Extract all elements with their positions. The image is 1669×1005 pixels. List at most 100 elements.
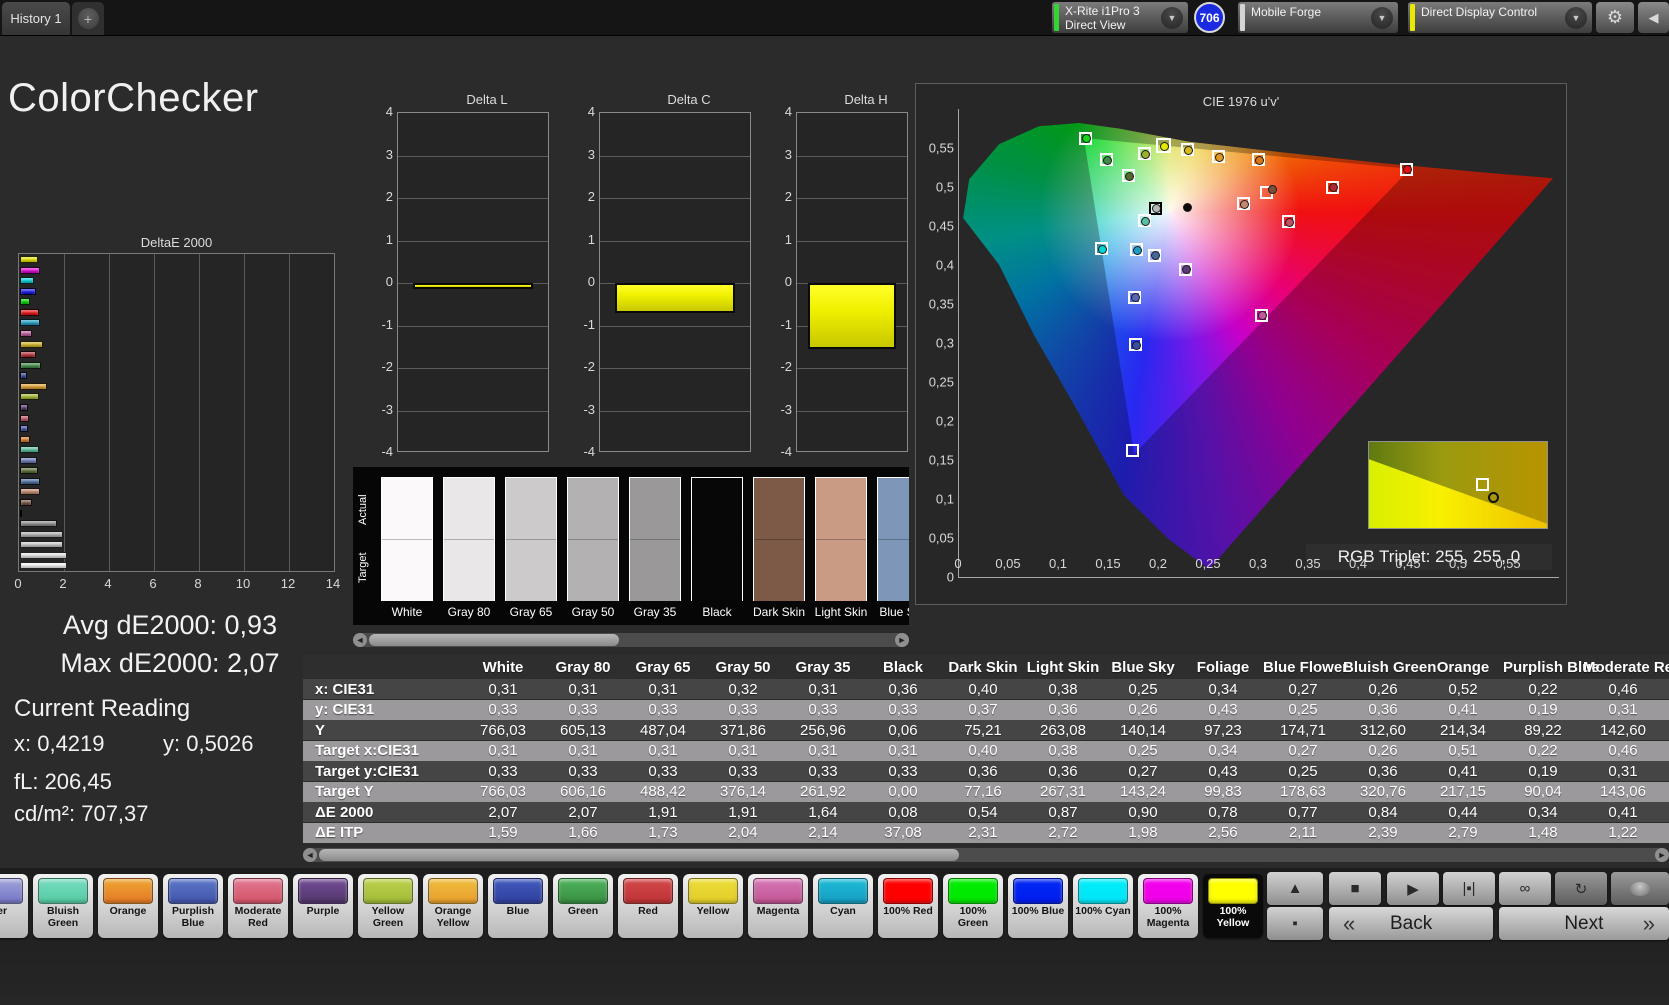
next-button[interactable]: Next » bbox=[1499, 907, 1669, 940]
patch-button-yellow-green[interactable]: Yellow Green bbox=[358, 874, 418, 938]
mini-chart-plot bbox=[397, 112, 549, 452]
table-cell: 0,43 bbox=[1208, 762, 1238, 780]
back-button[interactable]: « Back bbox=[1329, 907, 1493, 940]
patch-button-yellow[interactable]: Yellow bbox=[683, 874, 743, 938]
deltae-bar-gray-35 bbox=[20, 520, 57, 528]
workflow-dropdown[interactable]: Direct Display Control ▼ bbox=[1408, 2, 1592, 33]
swatch-black bbox=[691, 477, 743, 601]
refresh-button[interactable]: ↻ bbox=[1555, 872, 1607, 905]
step-button[interactable]: |▪| bbox=[1443, 872, 1495, 905]
deltae-bar-gray-50 bbox=[20, 530, 63, 538]
table-column-header: Purplish Blue bbox=[1503, 658, 1600, 676]
cie-measured-dot bbox=[1239, 199, 1249, 209]
mini-chart-y-tick: 2 bbox=[587, 189, 595, 204]
deltae-bar-magenta bbox=[20, 329, 33, 337]
patch-button-100-red[interactable]: 100% Red bbox=[878, 874, 938, 938]
swatch-strip-scrollbar[interactable]: ◄ ► bbox=[353, 633, 909, 647]
table-cell: 0,38 bbox=[1048, 680, 1078, 698]
table-header-row: White Gray 80 Gray 65 Gray 50 Gray 35 Black Da… bbox=[303, 655, 1669, 679]
collapse-panel-button[interactable]: ◀ bbox=[1638, 2, 1669, 33]
source-dropdown[interactable]: Mobile Forge ▼ bbox=[1238, 2, 1398, 33]
patch-button-green[interactable]: Green bbox=[553, 874, 613, 938]
patch-button-wer[interactable]: wer bbox=[0, 874, 28, 938]
table-cell: 0,51 bbox=[1448, 742, 1478, 759]
scrollbar-thumb[interactable] bbox=[319, 849, 959, 861]
cie-x-tick: 0 bbox=[954, 556, 962, 571]
swatch-label: Dark Skin bbox=[752, 605, 805, 619]
patch-button-100-green[interactable]: 100% Green bbox=[943, 874, 1003, 938]
patch-button-moderate-red[interactable]: Moderate Red bbox=[228, 874, 288, 938]
deltae-bar-100-blue bbox=[20, 287, 37, 295]
up-button[interactable]: ▲ bbox=[1267, 872, 1323, 905]
patch-button-magenta[interactable]: Magenta bbox=[748, 874, 808, 938]
table-cell: 0,31 bbox=[808, 680, 838, 698]
swatch-label: Blue Sky bbox=[879, 605, 909, 619]
patch-button-red[interactable]: Red bbox=[618, 874, 678, 938]
cie-y-tick: 0,5 bbox=[935, 179, 954, 195]
patch-button-100-cyan[interactable]: 100% Cyan bbox=[1073, 874, 1133, 938]
table-cell: 1,48 bbox=[1528, 824, 1558, 841]
table-cell: 99,83 bbox=[1204, 783, 1242, 800]
next-label: Next bbox=[1564, 912, 1604, 934]
scrollbar-thumb[interactable] bbox=[369, 634, 619, 646]
table-column-header: Gray 50 bbox=[715, 658, 771, 676]
table-cell: 261,92 bbox=[800, 783, 846, 800]
patch-button-purple[interactable]: Purple bbox=[293, 874, 353, 938]
table-cell: 214,34 bbox=[1440, 721, 1486, 739]
meter-name: X-Rite i1Pro 3 bbox=[1065, 3, 1140, 18]
table-cell: 0,27 bbox=[1128, 762, 1158, 780]
table-cell: 0,32 bbox=[728, 680, 758, 698]
patch-label: 100% Magenta bbox=[1146, 905, 1190, 929]
ghost-button[interactable] bbox=[1611, 872, 1669, 905]
patch-button-bluish-green[interactable]: Bluish Green bbox=[33, 874, 93, 938]
patch-button-cyan[interactable]: Cyan bbox=[813, 874, 873, 938]
cie-measured-dot bbox=[1181, 265, 1191, 275]
cie-y-tick: 0,35 bbox=[928, 296, 954, 312]
deltae-x-tick: 10 bbox=[235, 576, 251, 591]
table-scrollbar[interactable]: ◄ ► bbox=[303, 848, 1669, 862]
scroll-left-icon[interactable]: ◄ bbox=[353, 633, 367, 647]
cie-y-tick: 0,1 bbox=[935, 491, 954, 507]
play-button[interactable]: ▶ bbox=[1387, 872, 1439, 905]
swatch-dark-skin bbox=[753, 477, 805, 601]
scroll-right-icon[interactable]: ► bbox=[895, 633, 909, 647]
loop-button[interactable]: ∞ bbox=[1499, 872, 1551, 905]
patch-button-100-magenta[interactable]: 100% Magenta bbox=[1138, 874, 1198, 938]
mini-chart-plot bbox=[599, 112, 751, 452]
deltae-x-tick: 0 bbox=[14, 576, 22, 591]
inset-gamut-edge bbox=[1369, 442, 1547, 524]
patch-label: Red bbox=[638, 905, 658, 917]
mini-chart-y-tick: 1 bbox=[784, 231, 792, 247]
patch-button-100-yellow[interactable]: 100% Yellow bbox=[1203, 874, 1263, 938]
table-cell: 1,64 bbox=[808, 803, 838, 821]
patch-button-blue[interactable]: Blue bbox=[488, 874, 548, 938]
patch-button-orange-yellow[interactable]: Orange Yellow bbox=[423, 874, 483, 938]
luminance-badge[interactable]: 706 bbox=[1194, 2, 1225, 33]
stop-button[interactable]: ■ bbox=[1329, 872, 1381, 905]
swatch-gray-35 bbox=[629, 477, 681, 601]
cie-x-tick: 0,55 bbox=[1495, 556, 1521, 571]
patch-button-100-blue[interactable]: 100% Blue bbox=[1008, 874, 1068, 938]
settings-button[interactable]: ⚙ bbox=[1596, 2, 1634, 33]
table-cell: 178,63 bbox=[1280, 783, 1326, 800]
table-cell: 0,52 bbox=[1448, 680, 1478, 698]
reading-y-value: y: 0,5026 bbox=[163, 731, 254, 756]
tab-history-1[interactable]: History 1 bbox=[2, 2, 70, 35]
patch-button-purplish-blue[interactable]: Purplish Blue bbox=[163, 874, 223, 938]
frame-button[interactable]: ▪ bbox=[1267, 907, 1323, 940]
frame-icon: ▪ bbox=[1292, 915, 1298, 932]
patch-label: Green bbox=[567, 905, 599, 917]
patch-button-orange[interactable]: Orange bbox=[98, 874, 158, 938]
meter-dropdown[interactable]: X-Rite i1Pro 3 Direct View ▼ bbox=[1052, 2, 1188, 33]
mini-chart-y-tick: -1 bbox=[583, 316, 595, 332]
table-cell: 174,71 bbox=[1280, 721, 1326, 739]
scroll-right-icon[interactable]: ► bbox=[1655, 848, 1669, 862]
table-cell: 0,19 bbox=[1528, 701, 1558, 718]
table-cell: 1,73 bbox=[648, 824, 678, 841]
table-row: ΔE ITP 1,59 1,66 1,73 2,04 2,14 37,08 2,31 2,72 1… bbox=[303, 822, 1669, 843]
mini-chart-bar bbox=[808, 283, 896, 349]
scroll-left-icon[interactable]: ◄ bbox=[303, 848, 317, 862]
patch-label: Magenta bbox=[756, 905, 800, 917]
new-tab-button[interactable]: + bbox=[72, 2, 104, 35]
table-cell: 0,38 bbox=[1048, 742, 1078, 759]
